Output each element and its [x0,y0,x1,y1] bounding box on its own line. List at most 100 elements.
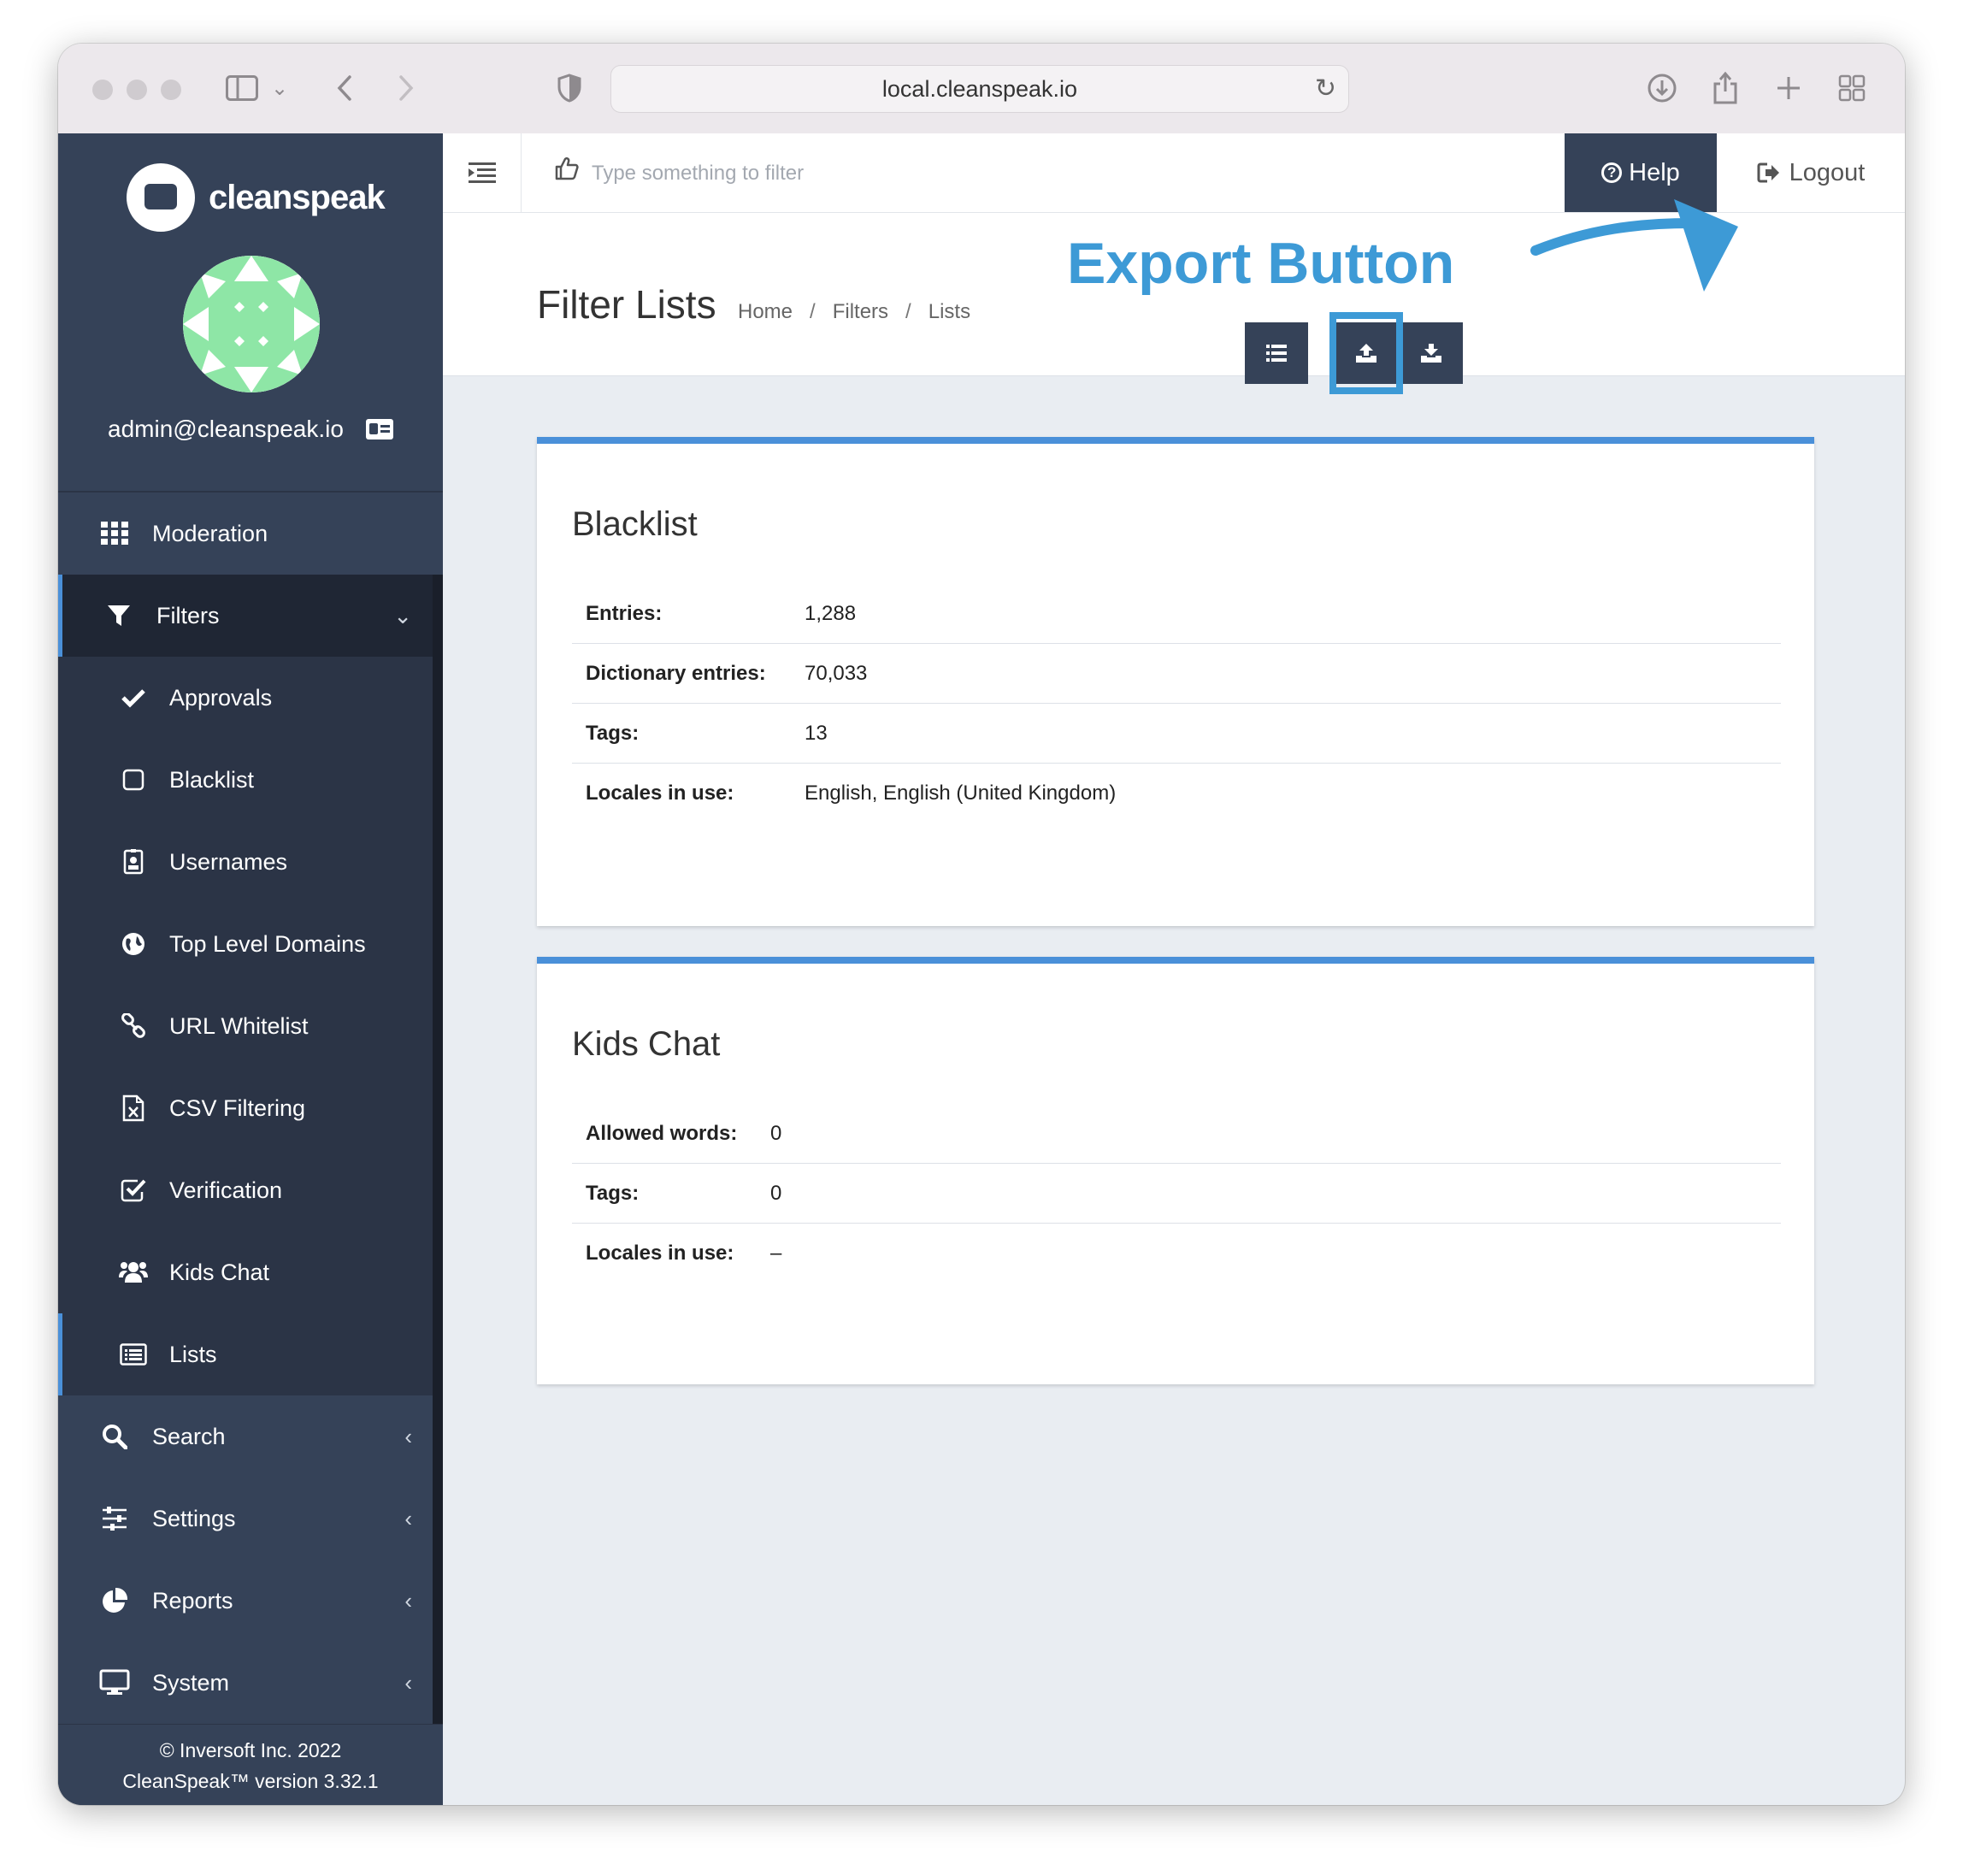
sidebar-item-label: Blacklist [169,766,255,793]
breadcrumb-filters[interactable]: Filters [833,300,888,324]
users-icon [118,1257,149,1288]
sidebar-item-label: CSV Filtering [169,1094,306,1121]
share-icon[interactable] [1708,69,1742,107]
blacklist-panel: Blacklist Entries: 1,288 Dictionary entr… [537,437,1814,926]
breadcrumb-home[interactable]: Home [738,300,793,324]
import-button[interactable] [1400,322,1463,384]
link-icon [118,1011,149,1041]
grid-icon [99,518,130,549]
sidebar-item-filters[interactable]: Filters ⌄ [58,575,443,657]
brand-name: cleanspeak [209,178,386,216]
row-value: 13 [805,721,828,745]
user-email[interactable]: admin@cleanspeak.io [108,416,344,443]
version-text: CleanSpeak™ version 3.32.1 [122,1770,379,1792]
sidebar-item-label: Usernames [169,848,288,875]
sidebar-item-system[interactable]: System ‹ [58,1642,443,1724]
sidebar-item-lists[interactable]: Lists [58,1313,443,1395]
sidebar-item-usernames[interactable]: Usernames [58,821,443,903]
sliders-icon [99,1503,130,1534]
monitor-icon [99,1667,130,1698]
download-icon [1421,344,1441,363]
row-value: 1,288 [805,601,857,625]
filter-icon [103,600,134,631]
excel-file-icon [118,1093,149,1124]
table-row: Tags: 13 [572,704,1781,764]
list-view-button[interactable] [1245,322,1308,384]
chevron-left-icon: ‹ [404,1505,412,1531]
reload-icon[interactable]: ↻ [1315,74,1336,103]
sidebar-item-top-level-domains[interactable]: Top Level Domains [58,903,443,985]
panel-title: Blacklist [572,505,698,543]
row-key: Entries: [586,601,663,625]
export-button-annotation: Export Button [1067,231,1455,296]
sidebar-toggle-icon[interactable] [224,69,260,107]
privacy-shield-icon[interactable] [556,69,583,107]
row-key: Locales in use: [586,782,734,805]
minimize-window-button[interactable] [127,80,147,100]
pie-chart-icon [99,1585,130,1616]
close-window-button[interactable] [92,80,113,100]
forward-icon[interactable] [393,69,419,107]
sidebar-item-moderation[interactable]: Moderation [58,493,443,575]
check-icon [118,682,149,713]
id-card-icon[interactable] [365,419,393,440]
row-value: 0 [770,1181,782,1205]
sidebar-item-blacklist[interactable]: Blacklist [58,739,443,821]
tab-overview-icon[interactable] [1835,69,1869,107]
sidebar-item-label: Top Level Domains [169,930,366,957]
sidebar-item-label: Lists [169,1341,217,1367]
cleanspeak-logo[interactable]: cleanspeak [127,163,386,232]
chevron-down-icon: ⌄ [393,602,412,628]
sidebar: cleanspeak admin@cleanspeak.io Moderatio… [58,133,443,1805]
sidebar-footer: © Inversoft Inc. 2022 CleanSpeak™ versio… [58,1725,443,1805]
filter-input[interactable] [590,154,1021,193]
address-bar[interactable]: local.cleanspeak.io ↻ [610,65,1349,113]
new-tab-icon[interactable] [1771,69,1806,107]
sidebar-item-search[interactable]: Search ‹ [58,1395,443,1478]
sidebar-item-approvals[interactable]: Approvals [58,657,443,739]
sidebar-item-kids-chat[interactable]: Kids Chat [58,1231,443,1313]
sidebar-item-label: Moderation [152,520,268,546]
sidebar-item-settings[interactable]: Settings ‹ [58,1478,443,1560]
sidebar-item-label: Reports [152,1587,233,1613]
row-key: Tags: [586,1181,640,1205]
row-key: Dictionary entries: [586,661,766,685]
search-icon [99,1421,130,1452]
table-row: Entries: 1,288 [572,584,1781,644]
back-icon[interactable] [332,69,357,107]
download-icon[interactable] [1645,69,1679,107]
row-key: Allowed words: [586,1121,738,1145]
sidebar-item-csv-filtering[interactable]: CSV Filtering [58,1067,443,1149]
checkbox-icon [118,1175,149,1206]
breadcrumb-separator: / [810,300,816,323]
table-row: Allowed words: 0 [572,1104,1781,1164]
table-row: Locales in use: English, English (United… [572,764,1781,823]
table-row: Dictionary entries: 70,033 [572,644,1781,704]
sidebar-scrollbar[interactable] [433,575,443,1724]
avatar[interactable] [183,256,320,392]
kids-chat-panel: Kids Chat Allowed words: 0 Tags: 0 Local… [537,957,1814,1384]
chevron-down-icon[interactable]: ⌄ [268,69,291,107]
sidebar-item-label: Approvals [169,684,273,711]
sidebar-item-label: System [152,1669,230,1696]
question-circle-icon: ? [1601,162,1623,183]
thumbs-up-icon [554,156,580,188]
sidebar-item-reports[interactable]: Reports ‹ [58,1560,443,1642]
zoom-window-button[interactable] [161,80,181,100]
row-value: English, English (United Kingdom) [805,782,1117,805]
sidebar-item-url-whitelist[interactable]: URL Whitelist [58,985,443,1067]
user-row: admin@cleanspeak.io [58,416,443,443]
sidebar-item-label: URL Whitelist [169,1012,309,1039]
row-value: 70,033 [805,661,868,685]
logo-icon [127,163,195,232]
url-text: local.cleanspeak.io [881,75,1078,102]
sidebar-item-verification[interactable]: Verification [58,1149,443,1231]
menu-toggle-button[interactable] [443,133,522,212]
table-row: Tags: 0 [572,1164,1781,1224]
annotation-arrow-icon [1530,199,1738,292]
sign-out-icon [1757,162,1779,183]
chevron-left-icon: ‹ [404,1587,412,1613]
row-value: – [770,1242,782,1265]
copyright-text: © Inversoft Inc. 2022 [159,1739,342,1761]
row-key: Tags: [586,721,640,745]
